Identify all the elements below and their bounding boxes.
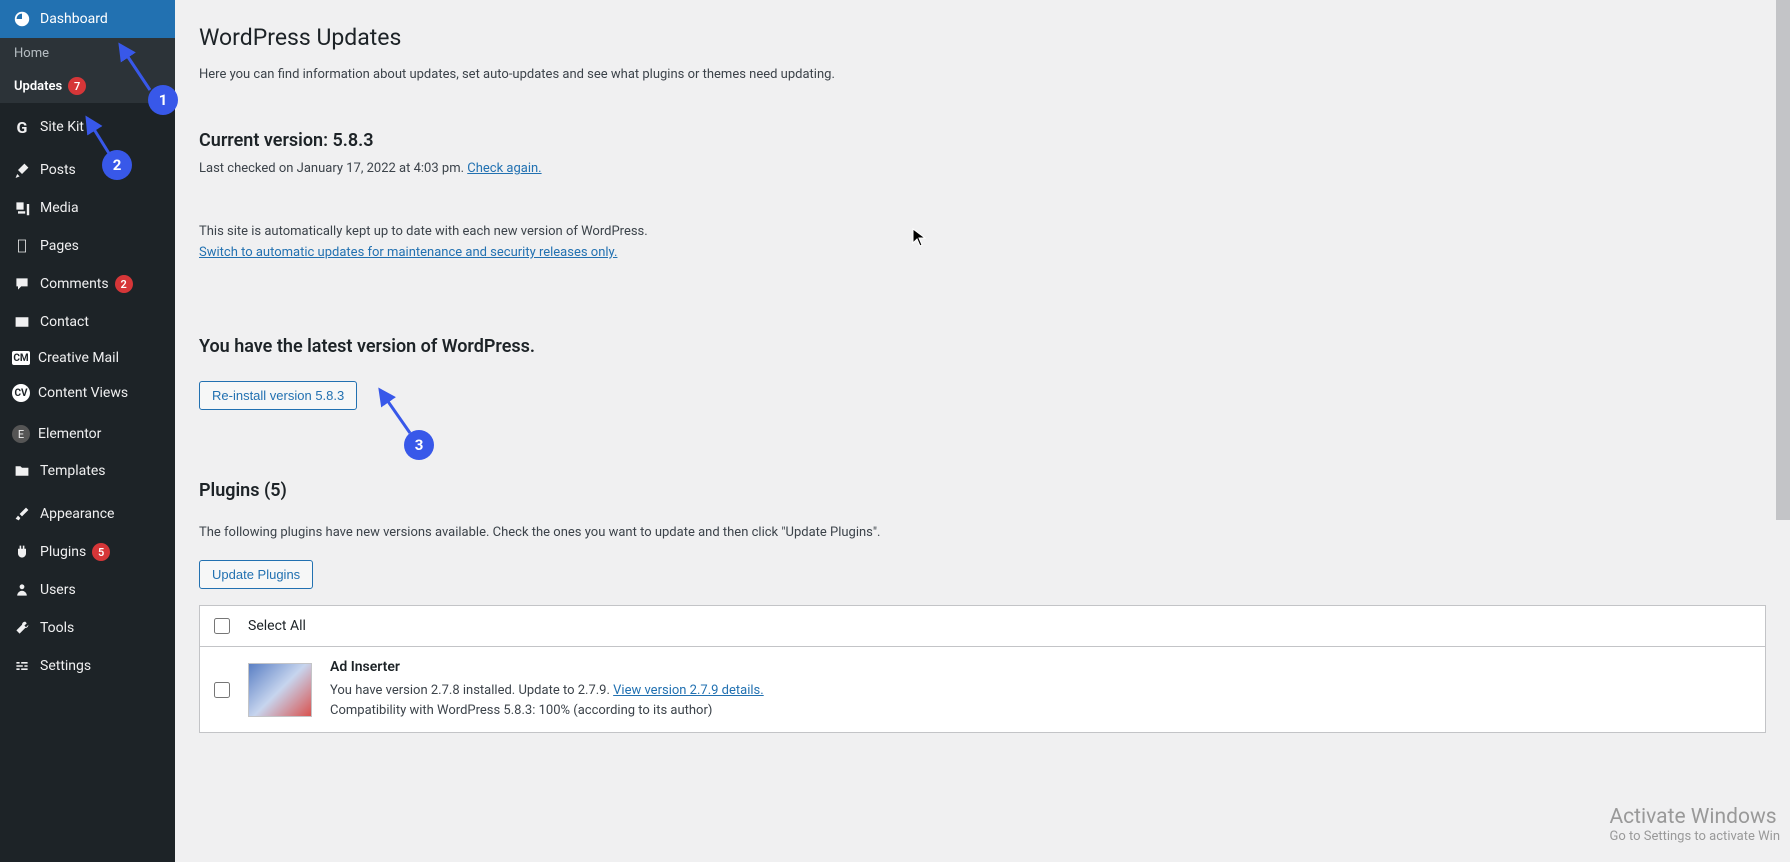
submenu-item-updates[interactable]: Updates 7 [0,69,175,103]
latest-heading: You have the latest version of WordPress… [199,336,1766,357]
sidebar-item-contentviews[interactable]: CV Content Views [0,375,175,411]
sidebar-item-settings[interactable]: Settings [0,647,175,685]
update-plugins-button[interactable]: Update Plugins [199,560,313,589]
sidebar-item-contact[interactable]: Contact [0,303,175,341]
updates-badge: 7 [68,77,86,95]
admin-sidebar: Dashboard Home Updates 7 G Site Kit Post… [0,0,175,862]
check-again-link[interactable]: Check again. [467,161,541,176]
sidebar-item-templates[interactable]: Templates [0,452,175,490]
plugin-desc-line2: Compatibility with WordPress 5.8.3: 100%… [330,701,1751,721]
table-row: Ad Inserter You have version 2.7.8 insta… [200,647,1765,732]
page-intro: Here you can find information about upda… [199,67,1766,82]
sidebar-item-creativemail[interactable]: CM Creative Mail [0,341,175,375]
plugins-badge: 5 [92,543,110,561]
switch-updates-link[interactable]: Switch to automatic updates for maintena… [199,245,617,260]
plugins-table: Select All Ad Inserter You have version … [199,605,1766,733]
comments-badge: 2 [115,275,133,293]
media-icon [12,198,32,218]
version-heading: Current version: 5.8.3 [199,130,1766,151]
table-header: Select All [200,606,1765,647]
wrench-icon [12,618,32,638]
sidebar-item-tools[interactable]: Tools [0,609,175,647]
sidebar-item-sitekit[interactable]: G Site Kit [0,108,175,146]
sidebar-item-dashboard[interactable]: Dashboard [0,0,175,38]
sidebar-item-label: Dashboard [40,11,108,27]
sidebar-item-comments[interactable]: Comments 2 [0,265,175,303]
folder-icon [12,461,32,481]
last-checked-line: Last checked on January 17, 2022 at 4:03… [199,161,1766,176]
sidebar-item-posts[interactable]: Posts [0,151,175,189]
page-icon [12,236,32,256]
sidebar-item-pages[interactable]: Pages [0,227,175,265]
last-checked-text: Last checked on January 17, 2022 at 4:03… [199,161,467,176]
plugin-checkbox[interactable] [214,682,230,698]
sidebar-item-label: Comments [40,276,109,292]
plugin-thumbnail [248,663,312,717]
plug-icon [12,542,32,562]
dashboard-icon [12,9,32,29]
sidebar-item-label: Contact [40,314,89,330]
submenu-label: Updates [14,79,62,94]
sidebar-item-label: Settings [40,658,91,674]
sidebar-item-label: Templates [40,463,106,479]
sidebar-item-appearance[interactable]: Appearance [0,495,175,533]
plugin-info: Ad Inserter You have version 2.7.8 insta… [330,659,1751,720]
scrollbar-thumb[interactable] [1776,0,1790,520]
sidebar-item-elementor[interactable]: E Elementor [0,416,175,452]
sliders-icon [12,656,32,676]
sidebar-item-label: Elementor [38,426,101,442]
sidebar-item-label: Tools [40,620,74,636]
sidebar-item-users[interactable]: Users [0,571,175,609]
google-icon: G [12,117,32,137]
submenu-item-home[interactable]: Home [0,38,175,69]
cm-icon: CM [12,351,30,365]
sidebar-item-label: Plugins [40,544,86,560]
mail-icon [12,312,32,332]
plugin-desc-line1: You have version 2.7.8 installed. Update… [330,681,1751,701]
main-content: WordPress Updates Here you can find info… [175,0,1790,862]
sidebar-item-label: Media [40,200,79,216]
view-details-link[interactable]: View version 2.7.9 details. [613,683,764,698]
sidebar-item-label: Pages [40,238,79,254]
sidebar-item-label: Content Views [38,385,128,401]
auto-update-text: This site is automatically kept up to da… [199,224,1766,239]
sidebar-item-plugins[interactable]: Plugins 5 [0,533,175,571]
select-all-label: Select All [248,618,306,634]
select-all-checkbox[interactable] [214,618,230,634]
sidebar-item-label: Appearance [40,506,114,522]
reinstall-button[interactable]: Re-install version 5.8.3 [199,381,357,410]
elementor-icon: E [12,425,30,443]
user-icon [12,580,32,600]
scrollbar[interactable] [1776,0,1790,862]
plugins-desc: The following plugins have new versions … [199,525,1766,540]
page-title: WordPress Updates [199,24,1766,51]
comment-icon [12,274,32,294]
plugin-name: Ad Inserter [330,659,1751,675]
cv-icon: CV [12,384,30,402]
brush-icon [12,504,32,524]
sidebar-item-label: Posts [40,162,76,178]
sidebar-item-label: Site Kit [40,119,84,135]
pin-icon [12,160,32,180]
sidebar-item-label: Users [40,582,76,598]
dashboard-submenu: Home Updates 7 [0,38,175,103]
plugins-heading: Plugins (5) [199,480,1766,501]
sidebar-item-media[interactable]: Media [0,189,175,227]
sidebar-item-label: Creative Mail [38,350,119,366]
